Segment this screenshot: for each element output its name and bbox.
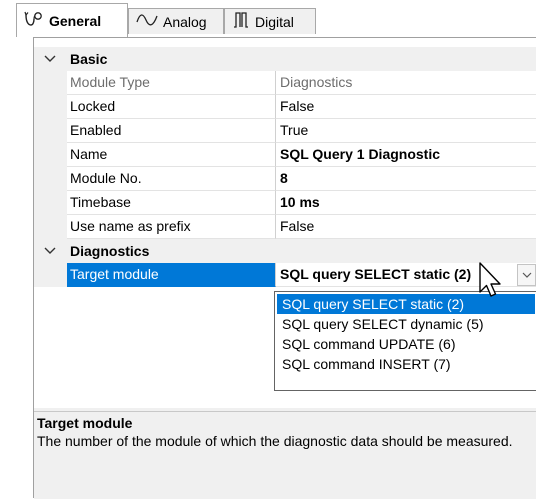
property-name: Enabled <box>67 119 276 143</box>
property-row-locked[interactable]: Locked False <box>34 95 536 119</box>
property-row-module-type[interactable]: Module Type Diagnostics <box>34 71 536 95</box>
property-value[interactable]: 8 <box>276 167 536 191</box>
tab-strip: General Analog Digital <box>0 0 536 38</box>
property-row-target-module[interactable]: Target module SQL query SELECT static (2… <box>34 263 536 287</box>
mouse-cursor-icon <box>478 262 504 303</box>
property-panel: Basic Module Type Diagnostics Locked Fal… <box>33 37 536 499</box>
property-row-timebase[interactable]: Timebase 10 ms <box>34 191 536 215</box>
property-row-name[interactable]: Name SQL Query 1 Diagnostic <box>34 143 536 167</box>
dropdown-button[interactable] <box>517 264 536 286</box>
tab-analog-label: Analog <box>163 13 207 30</box>
tab-digital-label: Digital <box>255 13 294 30</box>
property-name: Locked <box>67 95 276 119</box>
property-value[interactable]: 10 ms <box>276 191 536 215</box>
category-basic-label: Basic <box>70 51 108 67</box>
property-row-module-no[interactable]: Module No. 8 <box>34 167 536 191</box>
digital-pulse-icon <box>232 11 250 32</box>
category-diagnostics-label: Diagnostics <box>70 243 150 259</box>
property-name: Timebase <box>67 191 276 215</box>
property-name: Name <box>67 143 276 167</box>
property-name: Use name as prefix <box>67 215 276 239</box>
dropdown-option[interactable]: SQL query SELECT dynamic (5) <box>277 314 535 334</box>
property-grid: Basic Module Type Diagnostics Locked Fal… <box>34 47 536 287</box>
property-value[interactable]: True <box>276 119 536 143</box>
property-value[interactable]: SQL Query 1 Diagnostic <box>276 143 536 167</box>
dropdown-option[interactable]: SQL command UPDATE (6) <box>277 334 535 354</box>
chevron-down-icon <box>522 272 531 278</box>
category-diagnostics[interactable]: Diagnostics <box>34 239 536 263</box>
property-name: Module Type <box>67 71 276 95</box>
description-text: The number of the module of which the di… <box>37 433 513 449</box>
general-icon <box>24 10 44 31</box>
property-value[interactable]: False <box>276 95 536 119</box>
chevron-down-icon[interactable] <box>42 51 58 67</box>
analog-wave-icon <box>136 12 158 31</box>
description-title: Target module <box>37 415 133 431</box>
property-value[interactable]: False <box>276 215 536 239</box>
property-value: Diagnostics <box>276 71 536 95</box>
tab-general[interactable]: General <box>16 3 128 37</box>
property-row-enabled[interactable]: Enabled True <box>34 119 536 143</box>
tab-digital[interactable]: Digital <box>224 8 316 34</box>
chevron-down-icon[interactable] <box>42 243 58 259</box>
category-basic[interactable]: Basic <box>34 47 536 71</box>
property-row-use-name-as-prefix[interactable]: Use name as prefix False <box>34 215 536 239</box>
tab-analog[interactable]: Analog <box>128 8 224 34</box>
description-pane: Target module The number of the module o… <box>34 411 536 499</box>
property-name: Module No. <box>67 167 276 191</box>
dropdown-option[interactable]: SQL command INSERT (7) <box>277 354 535 374</box>
target-module-dropdown-list: SQL query SELECT static (2) SQL query SE… <box>274 291 536 391</box>
tab-general-label: General <box>49 12 102 29</box>
property-name: Target module <box>67 263 276 287</box>
